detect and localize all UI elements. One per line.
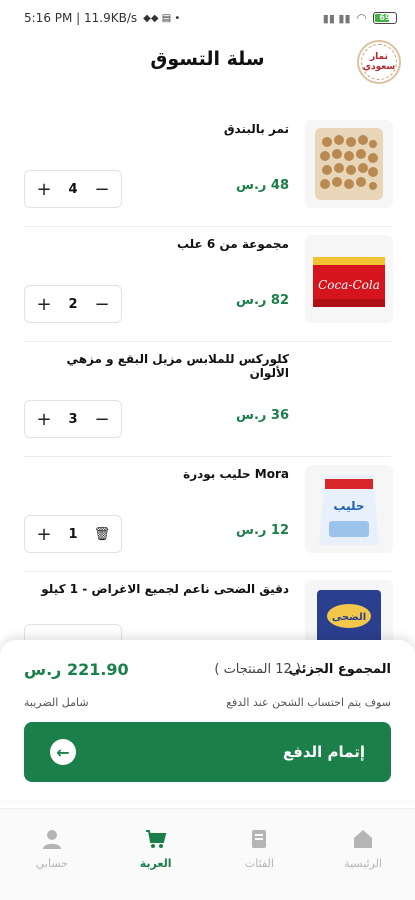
item-name[interactable]: Mora حليب بودرة: [29, 467, 289, 481]
logo-text-top: تمار: [370, 52, 388, 62]
battery-level: 69: [379, 13, 391, 22]
svg-text:الضحى: الضحى: [332, 612, 366, 623]
quantity-stepper: + 3 −: [24, 400, 122, 438]
header: سلة التسوق تمار سعودي: [0, 36, 415, 94]
logo-text-bottom: سعودي: [362, 62, 396, 72]
decrease-button[interactable]: −: [91, 294, 113, 315]
delete-icon[interactable]: 🗑: [91, 527, 113, 542]
decrease-button[interactable]: −: [91, 179, 113, 200]
signal-icon: ◆◆ ▤ •: [143, 12, 181, 24]
battery-icon: 69: [373, 12, 397, 24]
item-price: 48 ر.س: [236, 178, 289, 193]
nav-item-home[interactable]: الرئيسية: [311, 809, 415, 900]
quantity-stepper: + 4 −: [24, 170, 122, 208]
cart-item: كلوركس للملابس مزيل البقع و مزهي الألوان…: [24, 342, 393, 457]
cart-items-list: تمر بالبندق 48 ر.س + 4 − Coca-Cola مجموع…: [0, 112, 415, 687]
wifi-icon: ◠: [356, 11, 367, 25]
bottom-nav: الرئيسية الفئات العربة حسابي: [0, 808, 415, 900]
checkout-button[interactable]: ← إتمام الدفع: [24, 722, 391, 782]
checkout-button-label: إتمام الدفع: [282, 743, 365, 761]
cart-item: Coca-Cola مجموعة من 6 علب 82 ر.س + 2 −: [24, 227, 393, 342]
nav-label-account: حسابي: [35, 857, 68, 870]
item-price: 12 ر.س: [236, 523, 289, 538]
tax-note: شامل الضريبة: [24, 696, 89, 709]
product-image-hazelnut-dates[interactable]: [305, 120, 393, 208]
quantity-value: 1: [68, 526, 78, 542]
increase-button[interactable]: +: [33, 524, 55, 545]
quantity-value: 2: [68, 296, 78, 312]
page-title: سلة التسوق: [150, 48, 265, 70]
cart-item: حليب Mora حليب بودرة 12 ر.س + 1 🗑: [24, 457, 393, 572]
item-name[interactable]: دقيق الضحى ناعم لجميع الاغراض - 1 كيلو: [29, 582, 289, 596]
item-name[interactable]: تمر بالبندق: [29, 122, 289, 136]
categories-icon: [252, 830, 267, 848]
cellular-icon: ▮▮ ▮▮: [322, 11, 351, 25]
arrow-left-icon: ←: [50, 739, 76, 765]
increase-button[interactable]: +: [33, 179, 55, 200]
nav-label-cart: العربة: [139, 857, 172, 870]
status-time: 5:16 PM | 11.9KB/s: [24, 11, 138, 25]
product-image-clorox[interactable]: [305, 350, 393, 438]
items-count: ( 12 المنتجات ): [214, 662, 301, 677]
checkout-panel: المجموع الجزئي ( 12 المنتجات ) 221.90 ر.…: [0, 640, 415, 800]
brand-logo[interactable]: تمار سعودي: [357, 40, 401, 84]
nav-label-categories: الفئات: [244, 857, 274, 870]
quantity-value: 4: [68, 181, 78, 197]
increase-button[interactable]: +: [33, 409, 55, 430]
quantity-value: 3: [68, 411, 78, 427]
subtotal-label: المجموع الجزئي: [288, 662, 391, 677]
status-bar: 5:16 PM | 11.9KB/s ◆◆ ▤ • ▮▮ ▮▮ ◠ 69: [0, 0, 415, 36]
nav-item-cart[interactable]: العربة: [104, 809, 208, 900]
increase-button[interactable]: +: [33, 294, 55, 315]
nav-item-categories[interactable]: الفئات: [208, 809, 312, 900]
item-name[interactable]: مجموعة من 6 علب: [29, 237, 289, 251]
quantity-stepper: + 2 −: [24, 285, 122, 323]
nav-item-account[interactable]: حسابي: [0, 809, 104, 900]
account-icon: [42, 830, 61, 849]
shipping-note: سوف يتم احتساب الشحن عند الدفع: [226, 696, 391, 709]
item-price: 82 ر.س: [236, 293, 289, 308]
subtotal-value: 221.90 ر.س: [24, 660, 129, 679]
cart-item: تمر بالبندق 48 ر.س + 4 −: [24, 112, 393, 227]
status-right: ▮▮ ▮▮ ◠ 69: [323, 11, 397, 25]
item-price: 36 ر.س: [236, 408, 289, 423]
product-image-cola-pack[interactable]: Coca-Cola: [305, 235, 393, 323]
quantity-stepper: + 1 🗑: [24, 515, 122, 553]
svg-text:حليب: حليب: [333, 499, 364, 513]
decrease-button[interactable]: −: [91, 409, 113, 430]
item-name[interactable]: كلوركس للملابس مزيل البقع و مزهي الألوان: [29, 352, 289, 380]
svg-text:Coca-Cola: Coca-Cola: [318, 278, 380, 292]
cart-icon: [145, 830, 166, 848]
nav-label-home: الرئيسية: [344, 857, 383, 870]
home-icon: [354, 830, 373, 848]
product-image-milk-powder[interactable]: حليب: [305, 465, 393, 553]
status-left: 5:16 PM | 11.9KB/s ◆◆ ▤ •: [24, 11, 180, 25]
